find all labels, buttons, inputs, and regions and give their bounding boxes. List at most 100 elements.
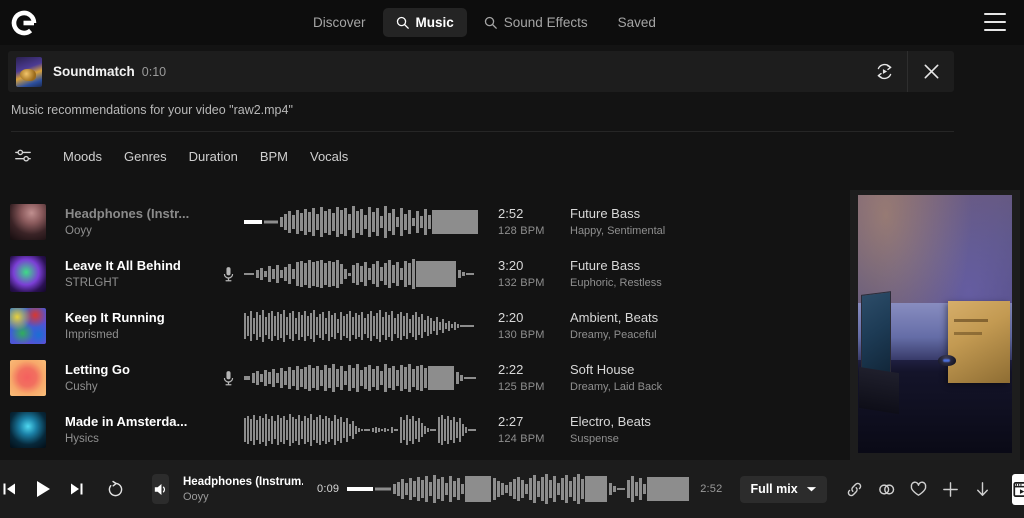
filter-sliders-icon[interactable] bbox=[10, 144, 36, 168]
microphone-icon bbox=[218, 266, 238, 283]
now-playing-title: Headphones (Instrum... bbox=[183, 475, 303, 488]
filter-duration[interactable]: Duration bbox=[178, 146, 249, 167]
search-icon bbox=[484, 16, 497, 29]
section-divider bbox=[11, 131, 954, 132]
track-genre: Electro, Beats Suspense bbox=[570, 414, 760, 446]
download-button[interactable] bbox=[969, 476, 996, 503]
main-nav: Discover Music Sound Effects Saved bbox=[300, 0, 669, 45]
filter-bpm[interactable]: BPM bbox=[249, 146, 299, 167]
nav-item-discover[interactable]: Discover bbox=[300, 8, 379, 37]
track-genre: Ambient, Beats Dreamy, Peaceful bbox=[570, 310, 760, 342]
track-waveform[interactable] bbox=[244, 205, 479, 239]
app-header: Discover Music Sound Effects Saved bbox=[0, 0, 1024, 45]
copy-link-button[interactable] bbox=[841, 476, 868, 503]
track-duration: 2:20 130 BPM bbox=[498, 310, 570, 342]
replay-video-icon[interactable] bbox=[861, 51, 907, 92]
genre-value: Future Bass bbox=[570, 258, 641, 273]
bpm-value: 130 BPM bbox=[498, 329, 545, 341]
favorite-button[interactable] bbox=[905, 476, 932, 503]
video-window-icon[interactable] bbox=[1011, 473, 1024, 505]
mix-selector[interactable]: Full mix bbox=[740, 475, 827, 503]
track-artist: Ooyy bbox=[65, 225, 92, 237]
genre-value: Future Bass bbox=[570, 206, 641, 221]
track-artist: STRLGHT bbox=[65, 277, 119, 289]
duration-value: 2:22 bbox=[498, 362, 524, 377]
close-icon[interactable] bbox=[908, 51, 954, 92]
track-title: Headphones (Instr... bbox=[65, 206, 190, 221]
epidemic-sound-logo[interactable] bbox=[8, 7, 40, 39]
playback-controls bbox=[0, 474, 130, 504]
track-waveform[interactable] bbox=[244, 413, 479, 447]
track-title: Made in Amsterda... bbox=[65, 414, 188, 429]
microphone-icon bbox=[218, 370, 238, 387]
album-art bbox=[10, 204, 46, 240]
duration-value: 2:52 bbox=[498, 206, 524, 221]
track-meta: Headphones (Instr... Ooyy bbox=[65, 206, 215, 238]
mix-label: Full mix bbox=[750, 482, 798, 496]
video-laptop-base bbox=[859, 367, 899, 415]
album-art bbox=[10, 256, 46, 292]
elapsed-time: 0:09 bbox=[317, 483, 340, 495]
hamburger-menu-icon[interactable] bbox=[984, 13, 1006, 31]
video-preview-frame bbox=[858, 195, 1012, 453]
nav-item-sound-effects[interactable]: Sound Effects bbox=[471, 8, 601, 37]
track-genre: Future Bass Happy, Sentimental bbox=[570, 206, 760, 238]
nav-label-saved: Saved bbox=[617, 15, 656, 30]
duration-value: 2:20 bbox=[498, 310, 524, 325]
genre-value: Electro, Beats bbox=[570, 414, 651, 429]
genre-value: Soft House bbox=[570, 362, 635, 377]
album-art bbox=[10, 412, 46, 448]
nav-label-sound-effects: Sound Effects bbox=[503, 15, 588, 30]
nav-label-music: Music bbox=[415, 15, 454, 30]
track-meta: Leave It All Behind STRLGHT bbox=[65, 258, 215, 290]
filter-moods[interactable]: Moods bbox=[52, 146, 113, 167]
track-genre: Soft House Dreamy, Laid Back bbox=[570, 362, 760, 394]
video-preview-panel[interactable] bbox=[850, 190, 1020, 460]
stems-button[interactable] bbox=[873, 476, 900, 503]
moods-value: Dreamy, Laid Back bbox=[570, 381, 663, 393]
soundmatch-bar: Soundmatch 0:10 bbox=[8, 51, 954, 92]
track-duration: 2:22 125 BPM bbox=[498, 362, 570, 394]
table-row[interactable]: Letting Go Cushy 2:22 125 BPM Soft House… bbox=[0, 352, 845, 404]
table-row[interactable]: Headphones (Instr... Ooyy 2:52 128 BPM F… bbox=[0, 196, 845, 248]
table-row[interactable]: Leave It All Behind STRLGHT 3:20 132 BPM… bbox=[0, 248, 845, 300]
track-waveform[interactable] bbox=[244, 257, 479, 291]
nav-item-saved[interactable]: Saved bbox=[605, 8, 669, 37]
track-waveform[interactable] bbox=[244, 309, 479, 343]
table-row[interactable]: Keep It Running Imprismed 2:20 130 BPM A… bbox=[0, 300, 845, 352]
track-artist: Imprismed bbox=[65, 329, 119, 341]
soundmatch-duration: 0:10 bbox=[141, 64, 167, 79]
filter-vocals[interactable]: Vocals bbox=[299, 146, 359, 167]
moods-value: Euphoric, Restless bbox=[570, 277, 662, 289]
loop-icon[interactable] bbox=[100, 474, 130, 504]
next-track-icon[interactable] bbox=[62, 474, 92, 504]
bpm-value: 128 BPM bbox=[498, 225, 545, 237]
track-genre: Future Bass Euphoric, Restless bbox=[570, 258, 760, 290]
album-art bbox=[10, 360, 46, 396]
video-cardboard-box bbox=[948, 300, 1010, 384]
moods-value: Happy, Sentimental bbox=[570, 225, 666, 237]
nav-item-music[interactable]: Music bbox=[382, 8, 467, 37]
track-waveform[interactable] bbox=[244, 361, 479, 395]
duration-value: 3:20 bbox=[498, 258, 524, 273]
filter-genres[interactable]: Genres bbox=[113, 146, 178, 167]
now-playing-meta: Headphones (Instrum... Ooyy bbox=[183, 475, 303, 504]
app-root: Discover Music Sound Effects Saved Sound… bbox=[0, 0, 1024, 518]
bpm-value: 125 BPM bbox=[498, 381, 545, 393]
previous-track-icon[interactable] bbox=[0, 474, 24, 504]
track-meta: Letting Go Cushy bbox=[65, 362, 215, 394]
moods-value: Suspense bbox=[570, 433, 619, 445]
bpm-value: 124 BPM bbox=[498, 433, 545, 445]
video-mouse bbox=[938, 354, 957, 366]
recommendation-text: Music recommendations for your video "ra… bbox=[11, 103, 293, 117]
genre-value: Ambient, Beats bbox=[570, 310, 659, 325]
track-title: Letting Go bbox=[65, 362, 130, 377]
track-duration: 2:27 124 BPM bbox=[498, 414, 570, 446]
player-actions bbox=[841, 476, 996, 503]
table-row[interactable]: Made in Amsterda... Hysics 2:27 124 BPM … bbox=[0, 404, 845, 456]
soundmatch-title: Soundmatch bbox=[53, 64, 135, 79]
player-waveform-scrubber[interactable] bbox=[347, 472, 692, 506]
play-icon[interactable] bbox=[28, 474, 58, 504]
add-to-playlist-button[interactable] bbox=[937, 476, 964, 503]
volume-icon[interactable] bbox=[152, 474, 169, 504]
